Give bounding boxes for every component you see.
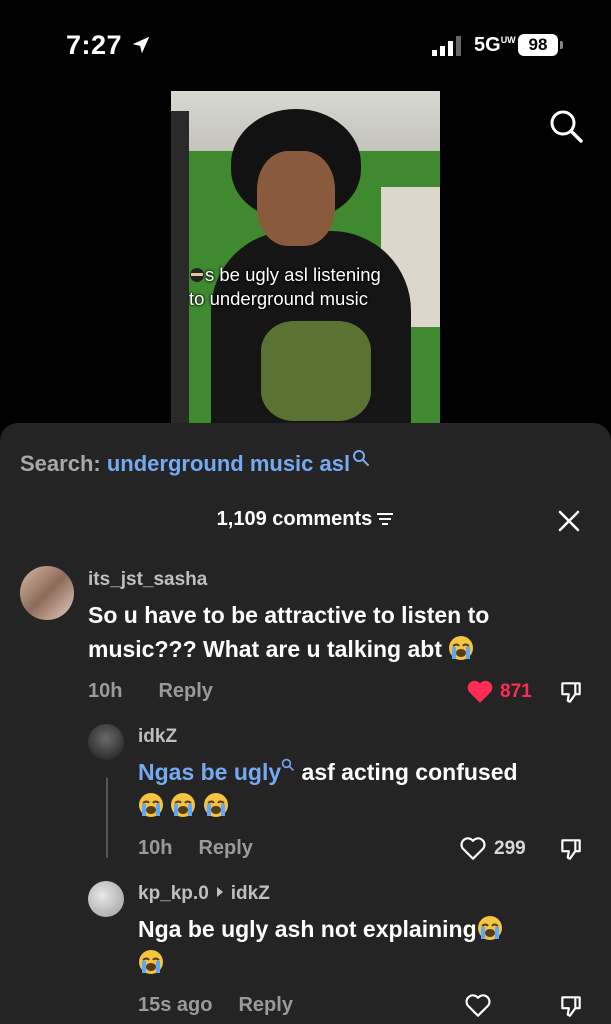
battery-nub bbox=[560, 41, 563, 49]
dislike-icon[interactable] bbox=[558, 993, 584, 1019]
like-count: 871 bbox=[500, 681, 532, 702]
video-player[interactable]: s be ugly asl listening to underground m… bbox=[171, 91, 440, 426]
reply-button[interactable]: Reply bbox=[158, 680, 212, 702]
screen: 7:27 5GUW 98 s be ugly asl listening to … bbox=[0, 0, 611, 1024]
reply-to-username[interactable]: idkZ bbox=[231, 883, 270, 904]
comment-username-row: kp_kp.0 idkZ bbox=[138, 883, 270, 905]
sort-icon[interactable] bbox=[376, 512, 394, 526]
heart-filled-icon[interactable] bbox=[466, 679, 494, 705]
location-arrow-icon bbox=[132, 36, 150, 54]
dislike-icon[interactable] bbox=[558, 836, 584, 862]
dislike-icon[interactable] bbox=[558, 679, 584, 705]
signal-icon bbox=[432, 36, 461, 56]
search-icon[interactable] bbox=[548, 108, 584, 144]
search-mini-icon bbox=[281, 758, 295, 771]
ninja-emoji-icon bbox=[190, 268, 204, 282]
reply-arrow-icon bbox=[216, 887, 223, 897]
comments-count: 1,109 comments bbox=[216, 508, 373, 530]
comment-username[interactable]: idkZ bbox=[138, 726, 177, 748]
comment-time: 10h bbox=[88, 680, 123, 702]
search-mini-icon bbox=[353, 450, 370, 466]
comment-text: So u have to be attractive to listen to … bbox=[88, 602, 490, 662]
crying-emoji-icon bbox=[139, 950, 163, 974]
comment-time: 10h bbox=[138, 837, 173, 859]
crying-emoji-icon bbox=[203, 793, 228, 817]
video-caption: s be ugly asl listening to underground m… bbox=[189, 264, 381, 309]
avatar[interactable] bbox=[88, 724, 124, 760]
comments-header: 1,109 comments bbox=[0, 508, 611, 531]
heart-outline-icon[interactable] bbox=[464, 993, 492, 1019]
network-label: 5GUW bbox=[474, 34, 516, 56]
reply-button[interactable]: Reply bbox=[238, 994, 292, 1016]
avatar[interactable] bbox=[20, 566, 74, 620]
comment-meta: 10h Reply bbox=[88, 680, 213, 703]
battery-indicator: 98 bbox=[518, 34, 558, 56]
comment-meta: 10h Reply bbox=[138, 837, 253, 860]
crying-emoji-icon bbox=[477, 916, 502, 940]
comment-username[interactable]: its_jst_sasha bbox=[88, 569, 207, 591]
comment-username[interactable]: kp_kp.0 bbox=[138, 883, 209, 904]
crying-emoji-icon bbox=[171, 793, 196, 817]
search-highlight[interactable]: Ngas be ugly bbox=[138, 759, 281, 785]
avatar[interactable] bbox=[88, 881, 124, 917]
video-person-face bbox=[257, 151, 335, 246]
status-time: 7:27 bbox=[66, 30, 123, 60]
video-door bbox=[171, 111, 189, 426]
comment-meta: 15s ago Reply bbox=[138, 994, 293, 1017]
reply-button[interactable]: Reply bbox=[198, 837, 252, 859]
comment-text: Ngas be ugly asf acting confused bbox=[138, 755, 588, 823]
comments-panel: Search: underground music asl 1,109 comm… bbox=[0, 423, 611, 1024]
close-icon[interactable] bbox=[556, 508, 582, 534]
thread-line bbox=[106, 778, 108, 858]
comment-text: Nga be ugly ash not explaining bbox=[138, 912, 588, 980]
heart-outline-icon[interactable] bbox=[459, 836, 487, 862]
search-suggestion[interactable]: Search: underground music asl bbox=[20, 449, 370, 477]
crying-emoji-icon bbox=[449, 636, 474, 660]
status-bar: 7:27 5GUW 98 bbox=[0, 0, 611, 80]
crying-emoji-icon bbox=[139, 793, 163, 817]
video-shirt-print bbox=[261, 321, 371, 421]
like-count: 299 bbox=[494, 838, 526, 859]
comment-time: 15s ago bbox=[138, 994, 213, 1016]
